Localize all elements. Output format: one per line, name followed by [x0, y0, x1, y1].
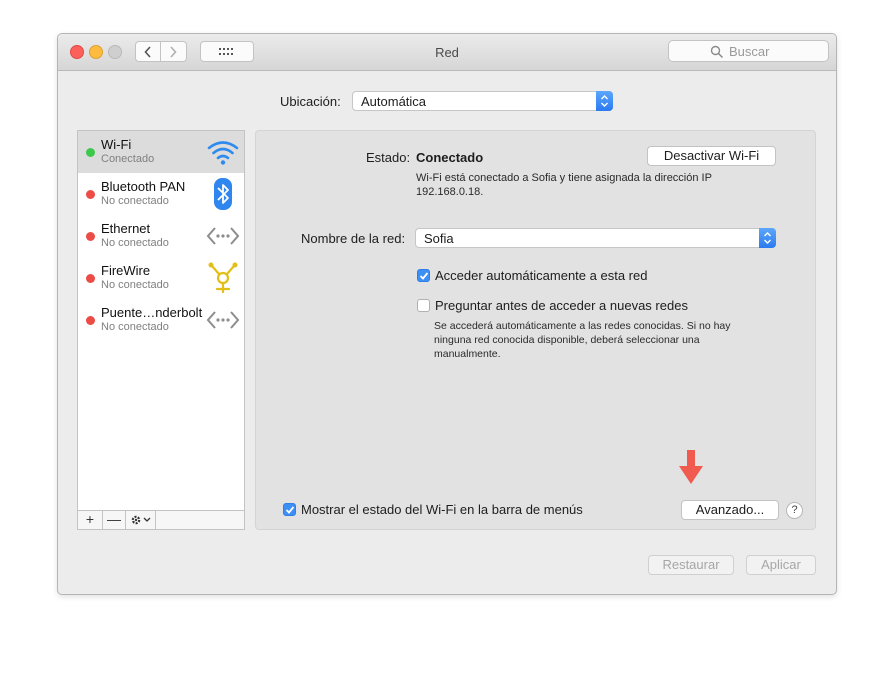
service-item-bluetooth-pan[interactable]: Bluetooth PAN No conectado	[78, 173, 244, 215]
network-preferences-window: Red Buscar Ubicación: Automática Wi-Fi C…	[57, 33, 837, 595]
service-name: Puente…nderbolt	[101, 305, 203, 320]
service-item-wifi[interactable]: Wi-Fi Conectado	[78, 131, 244, 173]
turn-wifi-off-button[interactable]: Desactivar Wi-Fi	[647, 146, 776, 166]
status-dot	[86, 232, 95, 241]
ask-join-label: Preguntar antes de acceder a nuevas rede…	[435, 298, 688, 313]
service-list: Wi-Fi Conectado Bluetooth PAN No conecta…	[77, 130, 245, 530]
service-name: Wi-Fi	[101, 137, 132, 152]
popup-stepper-icon	[759, 228, 776, 248]
action-menu-button[interactable]	[126, 511, 156, 529]
service-name: Ethernet	[101, 221, 151, 236]
status-value: Conectado	[416, 150, 484, 165]
status-dot	[86, 190, 95, 199]
revert-button[interactable]: Restaurar	[648, 555, 734, 575]
popup-stepper-icon	[596, 91, 613, 111]
advanced-button[interactable]: Avanzado...	[681, 500, 779, 520]
service-status: No conectado	[101, 237, 169, 249]
apply-button[interactable]: Aplicar	[746, 555, 816, 575]
ask-join-help-text: Se accederá automáticamente a las redes …	[434, 320, 731, 360]
checkmark-icon	[285, 506, 295, 514]
ethernet-icon	[206, 227, 240, 245]
search-icon	[710, 45, 724, 59]
network-name-label: Nombre de la red:	[301, 231, 406, 246]
show-wifi-status-label: Mostrar el estado del Wi-Fi en la barra …	[301, 502, 583, 517]
show-wifi-status-checkbox[interactable]	[283, 503, 296, 516]
service-status: No conectado	[101, 195, 169, 207]
status-dot	[86, 148, 95, 157]
search-field[interactable]: Buscar	[668, 40, 829, 62]
gear-icon	[131, 515, 150, 525]
service-list-controls: + —	[78, 510, 244, 529]
service-item-ethernet[interactable]: Ethernet No conectado	[78, 215, 244, 257]
location-popup[interactable]: Automática	[352, 91, 613, 111]
network-name-value: Sofia	[424, 231, 454, 246]
service-status: No conectado	[101, 321, 169, 333]
status-dot	[86, 316, 95, 325]
auto-join-label: Acceder automáticamente a esta red	[435, 268, 648, 283]
status-description: Wi-Fi está conectado a Sofia y tiene asi…	[416, 172, 712, 198]
service-item-thunderbolt-bridge[interactable]: Puente…nderbolt No conectado	[78, 299, 244, 341]
search-placeholder: Buscar	[729, 44, 770, 59]
service-item-firewire[interactable]: FireWire No conectado	[78, 257, 244, 299]
service-status: No conectado	[101, 279, 169, 291]
wifi-detail-panel: Estado: Conectado Desactivar Wi-Fi Wi-Fi…	[255, 130, 816, 530]
service-name: FireWire	[101, 263, 151, 278]
status-label: Estado:	[366, 150, 411, 165]
title-bar: Red Buscar	[58, 34, 836, 71]
auto-join-checkbox[interactable]	[417, 269, 430, 282]
firewire-icon	[208, 262, 238, 294]
network-name-popup[interactable]: Sofia	[415, 228, 776, 248]
remove-service-button[interactable]: —	[103, 511, 126, 529]
red-arrow-annotation-icon	[679, 450, 703, 484]
checkmark-icon	[419, 272, 429, 280]
ask-join-checkbox[interactable]	[417, 299, 430, 312]
bluetooth-icon	[214, 178, 232, 210]
service-status: Conectado	[101, 153, 155, 165]
status-dot	[86, 274, 95, 283]
wifi-icon	[207, 141, 239, 165]
add-service-button[interactable]: +	[78, 511, 103, 529]
help-button[interactable]: ?	[786, 502, 803, 519]
service-name: Bluetooth PAN	[101, 179, 186, 194]
location-label: Ubicación:	[280, 94, 341, 109]
thunderbolt-bridge-icon	[206, 311, 240, 329]
location-value: Automática	[361, 94, 427, 109]
